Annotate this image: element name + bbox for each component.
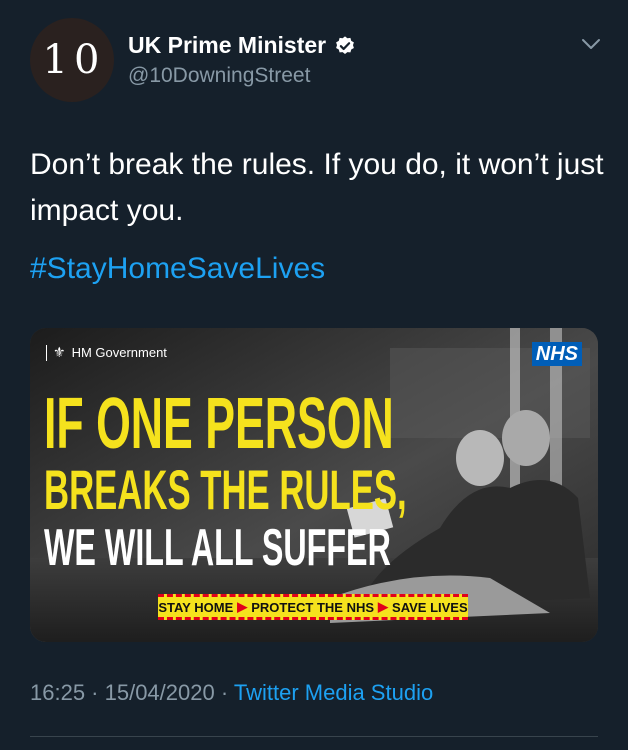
banner-save-lives: SAVE LIVES bbox=[392, 599, 468, 615]
hm-government-logo: ⚜ HM Government bbox=[46, 344, 167, 361]
logo-divider bbox=[46, 344, 47, 361]
author-name-row: UK Prime Minister bbox=[128, 32, 356, 59]
hashtag-link[interactable]: #StayHomeSaveLives bbox=[30, 252, 325, 286]
banner-protect-nhs: PROTECT THE NHS bbox=[251, 599, 375, 615]
banner-stay-home: STAY HOME bbox=[158, 599, 234, 615]
divider bbox=[30, 736, 598, 737]
banner-arrow-icon: ▶ bbox=[378, 599, 389, 614]
verified-badge-icon bbox=[336, 35, 355, 54]
tweet-metadata: 16:25 · 15/04/2020 · Twitter Media Studi… bbox=[30, 680, 433, 706]
avatar-text: 10 bbox=[42, 37, 106, 83]
hm-government-label: HM Government bbox=[71, 345, 167, 360]
tweet-source-link[interactable]: Twitter Media Studio bbox=[234, 680, 433, 705]
tweet-text: Don’t break the rules. If you do, it won… bbox=[30, 148, 604, 227]
royal-crest-icon: ⚜ bbox=[53, 344, 66, 360]
headline-line-2: BREAKS THE RULES, bbox=[44, 458, 407, 521]
banner-arrow-icon: ▶ bbox=[237, 599, 248, 614]
tweet-media-image[interactable]: ⚜ HM Government NHS IF ONE PERSON BREAKS… bbox=[30, 328, 598, 642]
user-handle[interactable]: @10DowningStreet bbox=[128, 64, 310, 88]
nhs-logo: NHS bbox=[531, 342, 582, 366]
tweet-timestamp[interactable]: 16:25 · 15/04/2020 · bbox=[30, 680, 234, 705]
headline-line-3: WE WILL ALL SUFFER bbox=[44, 519, 391, 577]
avatar[interactable]: 10 bbox=[30, 18, 114, 102]
campaign-headline: IF ONE PERSON BREAKS THE RULES, WE WILL … bbox=[44, 388, 407, 574]
display-name[interactable]: UK Prime Minister bbox=[128, 32, 326, 59]
chevron-down-icon[interactable] bbox=[578, 34, 604, 54]
campaign-banner: STAY HOME ▶ PROTECT THE NHS ▶ SAVE LIVES bbox=[158, 594, 468, 620]
headline-line-1: IF ONE PERSON bbox=[44, 384, 394, 464]
